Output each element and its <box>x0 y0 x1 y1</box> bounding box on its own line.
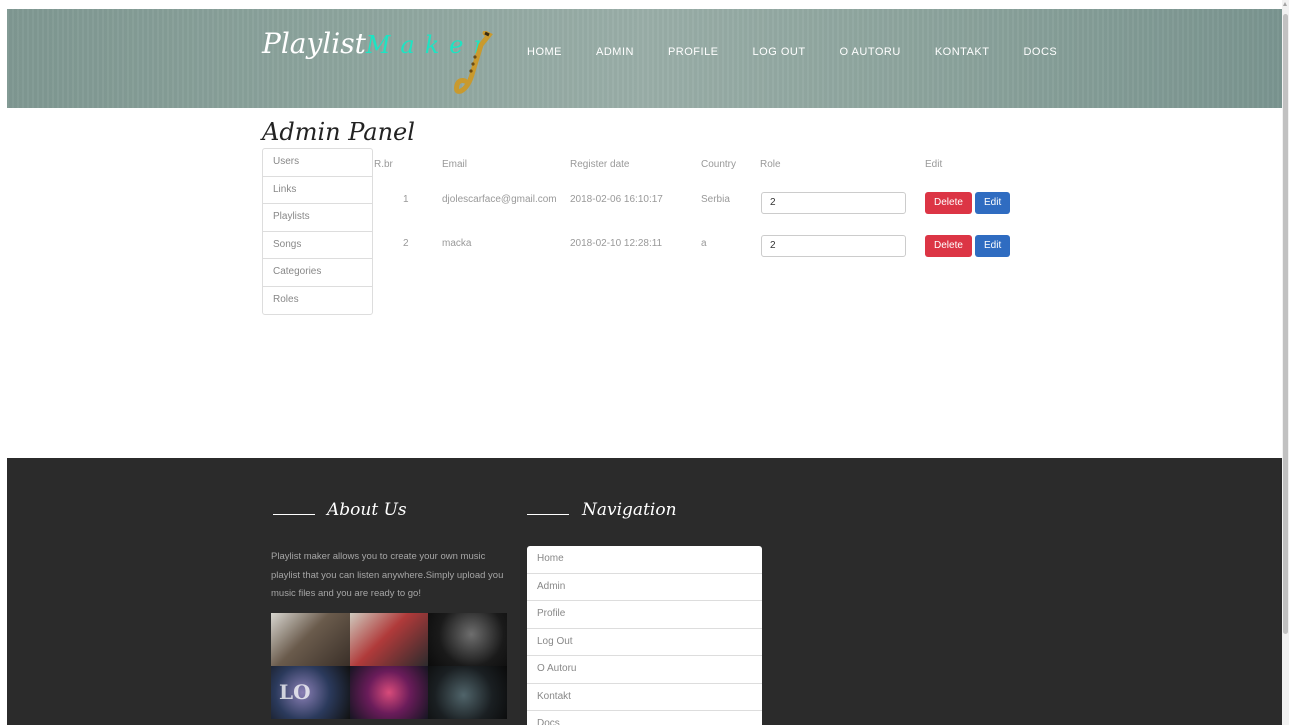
side-item-songs[interactable]: Songs <box>263 232 372 259</box>
photo-gallery: LO <box>271 613 507 719</box>
side-item-roles[interactable]: Roles <box>263 287 372 315</box>
role-input[interactable]: 2 <box>761 192 906 214</box>
gallery-photo[interactable] <box>349 666 429 719</box>
table-cell-email: macka <box>442 238 472 249</box>
scrollbar-thumb[interactable] <box>1283 14 1288 634</box>
navigation-heading-line <box>527 514 569 515</box>
delete-button[interactable]: Delete <box>925 235 972 257</box>
saxophone-icon <box>454 31 493 94</box>
table-cell-country: Serbia <box>701 194 730 205</box>
footer-nav-kontakt[interactable]: Kontakt <box>527 684 762 711</box>
table-cell-email: djolescarface@gmail.com <box>442 194 557 205</box>
gallery-photo[interactable] <box>428 613 507 666</box>
side-item-categories[interactable]: Categories <box>263 259 372 287</box>
nav-kontakt[interactable]: KONTAKT <box>935 46 990 58</box>
footer-nav-logout[interactable]: Log Out <box>527 629 762 656</box>
admin-side-menu: Users Links Playlists Songs Categories R… <box>262 148 373 315</box>
footer-nav-list: Home Admin Profile Log Out O Autoru Kont… <box>527 546 762 725</box>
footer-nav-docs[interactable]: Docs <box>527 711 762 725</box>
col-header-edit: Edit <box>925 159 943 170</box>
nav-profile[interactable]: PROFILE <box>668 46 719 58</box>
navigation-heading: Navigation <box>582 500 677 520</box>
site-header: PlaylistMaker HOME ADMIN PROFILE LOG OUT… <box>7 9 1282 108</box>
nav-home[interactable]: HOME <box>527 46 562 58</box>
side-item-links[interactable]: Links <box>263 177 372 204</box>
about-heading-line <box>273 514 315 515</box>
edit-button[interactable]: Edit <box>975 192 1011 214</box>
main-nav: HOME ADMIN PROFILE LOG OUT O AUTORU KONT… <box>527 46 1091 58</box>
footer-nav-o-autoru[interactable]: O Autoru <box>527 656 762 684</box>
col-header-email: Email <box>442 159 468 170</box>
side-item-playlists[interactable]: Playlists <box>263 204 372 232</box>
gallery-photo[interactable] <box>271 613 350 666</box>
page-title: Admin Panel <box>262 118 415 146</box>
site-footer: About Us Playlist maker allows you to cr… <box>7 458 1282 725</box>
gallery-photo[interactable] <box>428 666 507 719</box>
nav-admin[interactable]: ADMIN <box>596 46 634 58</box>
table-cell-date: 2018-02-10 12:28:11 <box>570 238 663 249</box>
table-cell-rbr: 2 <box>403 238 409 249</box>
gallery-photo[interactable]: LO <box>271 666 350 719</box>
about-text: Playlist maker allows you to create your… <box>271 551 504 599</box>
table-cell-rbr: 1 <box>403 194 409 205</box>
nav-o-autoru[interactable]: O AUTORU <box>840 46 901 58</box>
edit-button[interactable]: Edit <box>975 235 1011 257</box>
table-cell-date: 2018-02-06 16:10:17 <box>570 194 663 205</box>
nav-logout[interactable]: LOG OUT <box>753 46 806 58</box>
col-header-country: Country <box>701 159 737 170</box>
logo-main-text: Playlist <box>262 27 366 60</box>
gallery-photo[interactable] <box>349 613 429 666</box>
scroll-up-arrow-icon[interactable] <box>1283 2 1287 6</box>
photo-text: LO <box>279 680 311 704</box>
col-header-rbr: R.br <box>374 159 393 170</box>
footer-nav-admin[interactable]: Admin <box>527 574 762 601</box>
side-item-users[interactable]: Users <box>263 149 372 177</box>
col-header-register-date: Register date <box>570 159 630 170</box>
nav-docs[interactable]: DOCS <box>1023 46 1057 58</box>
about-heading: About Us <box>327 500 407 520</box>
table-cell-country: a <box>701 238 707 249</box>
footer-nav-profile[interactable]: Profile <box>527 601 762 629</box>
col-header-role: Role <box>760 159 781 170</box>
page-scrollbar[interactable] <box>1282 0 1289 725</box>
role-input[interactable]: 2 <box>761 235 906 257</box>
delete-button[interactable]: Delete <box>925 192 972 214</box>
footer-nav-home[interactable]: Home <box>527 546 762 574</box>
